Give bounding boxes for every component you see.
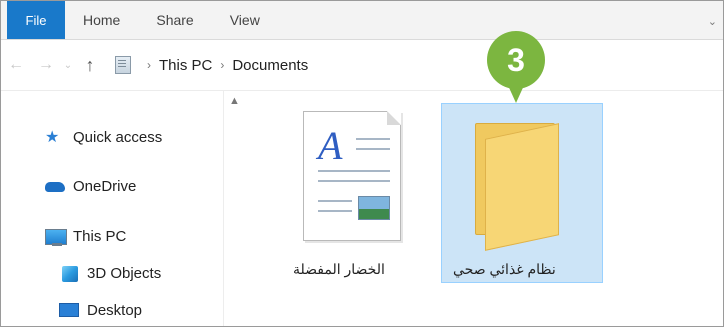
step-number-badge: 3 bbox=[487, 31, 545, 103]
letter-a-glyph: A bbox=[318, 123, 343, 168]
sidebar-item-desktop[interactable]: Desktop bbox=[59, 302, 142, 319]
file-label-favorite-vegetables[interactable]: الخضار المفضلة bbox=[293, 261, 385, 278]
navigation-pane bbox=[1, 91, 224, 326]
sidebar-item-3d-objects[interactable]: 3D Objects bbox=[59, 265, 161, 282]
sidebar-item-label: Desktop bbox=[87, 302, 143, 319]
cube-icon bbox=[59, 265, 81, 282]
document-icon[interactable]: A bbox=[303, 111, 401, 241]
page-fold bbox=[387, 111, 401, 125]
sidebar-item-label: Quick access bbox=[73, 129, 163, 146]
breadcrumb-this-pc[interactable]: This PC bbox=[159, 57, 212, 74]
text-line bbox=[318, 180, 390, 182]
text-line bbox=[318, 170, 390, 172]
sidebar-item-onedrive[interactable]: OneDrive bbox=[45, 178, 136, 195]
breadcrumb-separator-icon: › bbox=[220, 58, 225, 72]
folder-icon[interactable] bbox=[475, 123, 565, 251]
computer-icon bbox=[45, 228, 67, 246]
back-button[interactable]: ← bbox=[1, 56, 31, 74]
ribbon-tabs: File Home Share View ⌄ bbox=[1, 1, 723, 40]
address-bar-row: ← → ⌄ ↑ › This PC › Documents bbox=[1, 40, 723, 91]
location-icon bbox=[115, 56, 131, 74]
sidebar-item-label: This PC bbox=[73, 228, 127, 245]
picture-thumbnail bbox=[358, 196, 390, 220]
text-line bbox=[356, 138, 390, 140]
expand-ribbon-icon[interactable]: ⌄ bbox=[708, 15, 717, 28]
file-explorer-window: File Home Share View ⌄ ← → ⌄ ↑ › This PC… bbox=[0, 0, 724, 327]
desktop-icon bbox=[59, 302, 81, 319]
folder-front bbox=[485, 123, 559, 251]
sidebar-item-label: OneDrive bbox=[73, 178, 137, 195]
folder-label-healthy-diet[interactable]: نظام غذائي صحي bbox=[453, 261, 556, 278]
star-icon: ★ bbox=[45, 128, 60, 146]
text-line bbox=[318, 210, 352, 212]
tab-file[interactable]: File bbox=[7, 1, 65, 39]
recent-locations-chevron-icon[interactable]: ⌄ bbox=[61, 60, 75, 71]
scroll-up-arrow-icon[interactable]: ▲ bbox=[229, 95, 240, 107]
tab-view[interactable]: View bbox=[212, 1, 278, 39]
text-line bbox=[356, 148, 390, 150]
step-number: 3 bbox=[507, 41, 525, 78]
cloud-icon bbox=[45, 179, 67, 195]
sidebar-item-quick-access[interactable]: ★ Quick access bbox=[45, 129, 162, 146]
up-button[interactable]: ↑ bbox=[75, 55, 105, 76]
tab-share[interactable]: Share bbox=[138, 1, 211, 39]
text-line bbox=[318, 200, 352, 202]
sidebar-item-this-pc[interactable]: This PC bbox=[45, 228, 127, 246]
forward-button[interactable]: → bbox=[31, 56, 61, 74]
breadcrumb-documents[interactable]: Documents bbox=[232, 57, 308, 74]
sidebar-item-label: 3D Objects bbox=[87, 265, 162, 282]
tab-home[interactable]: Home bbox=[65, 1, 138, 39]
breadcrumb-separator-icon: › bbox=[147, 58, 151, 72]
